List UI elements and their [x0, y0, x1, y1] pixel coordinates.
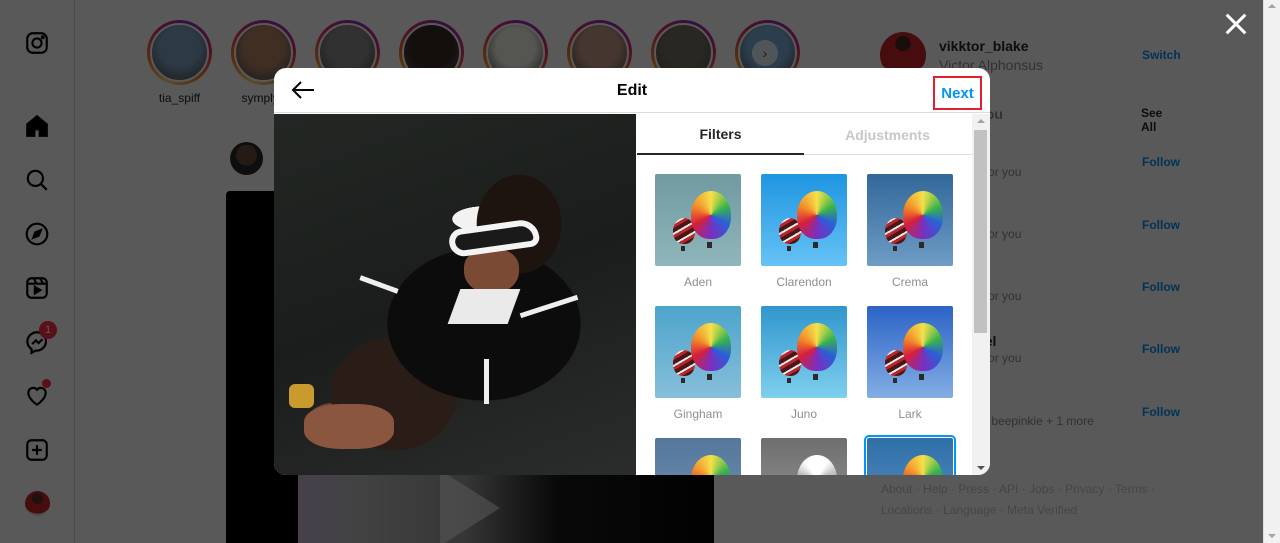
photo-jacket-stripe — [484, 359, 489, 404]
scroll-up-arrow-icon[interactable] — [1268, 4, 1276, 8]
balloon-graphic — [691, 191, 731, 239]
filter-option[interactable]: Aden — [655, 174, 741, 289]
filter-label: Juno — [790, 407, 818, 421]
filter-option[interactable]: Clarendon — [761, 174, 847, 289]
balloon-basket — [787, 378, 791, 383]
filter-label: Aden — [683, 275, 713, 289]
modal-header: Edit Next — [274, 68, 990, 113]
scroll-down-arrow-icon[interactable] — [1268, 534, 1276, 538]
filter-label: Clarendon — [776, 275, 832, 289]
balloon-basket — [787, 246, 791, 251]
filter-label: Lark — [898, 407, 922, 421]
balloon-basket — [893, 378, 897, 383]
balloon-basket — [707, 242, 712, 248]
balloon-graphic — [903, 455, 943, 475]
balloon-basket — [919, 374, 924, 380]
photo-jacket-stripe — [359, 275, 399, 294]
tab-adjustments[interactable]: Adjustments — [804, 114, 971, 155]
tab-filters[interactable]: Filters — [637, 114, 804, 155]
balloon-basket — [681, 246, 685, 251]
photo-subject-face — [464, 249, 519, 294]
balloon-graphic — [691, 323, 731, 371]
balloon-basket — [707, 374, 712, 380]
next-button[interactable]: Next — [933, 76, 982, 110]
filters-grid: Aden Clarendon Crema Gingham Juno Lark — [637, 155, 972, 475]
scrollbar-thumb[interactable] — [974, 130, 987, 333]
filter-thumbnail — [655, 174, 741, 266]
photo-subject-collar — [447, 289, 521, 324]
photo-preview — [274, 114, 636, 475]
photo-jacket-stripe — [519, 294, 579, 319]
close-icon — [1225, 13, 1247, 35]
filter-thumbnail — [867, 306, 953, 398]
photo-subject-bangles — [289, 384, 314, 408]
filter-option[interactable]: Crema — [867, 174, 953, 289]
photo-subject-hands — [304, 404, 394, 449]
modal-title: Edit — [616, 82, 648, 99]
filter-thumbnail — [655, 438, 741, 475]
filter-option[interactable] — [655, 438, 741, 475]
balloon-basket — [813, 374, 818, 380]
balloon-graphic — [903, 191, 943, 239]
photo-subject-sunglasses — [447, 217, 541, 259]
close-modal-button[interactable] — [1222, 10, 1250, 38]
balloon-basket — [919, 242, 924, 248]
filters-scrollbar[interactable] — [972, 114, 990, 475]
filter-thumbnail — [655, 306, 741, 398]
balloon-basket — [813, 242, 818, 248]
filter-thumbnail — [761, 438, 847, 475]
filter-option[interactable]: Juno — [761, 306, 847, 421]
filter-thumbnail — [761, 174, 847, 266]
filter-thumbnail — [761, 306, 847, 398]
balloon-basket — [681, 378, 685, 383]
balloon-graphic — [903, 323, 943, 371]
edit-post-modal: Edit Next Filters Adjustments Aden Claren… — [274, 68, 990, 475]
filter-thumbnail — [864, 435, 956, 475]
scroll-up-arrow-icon[interactable] — [977, 119, 985, 123]
balloon-basket — [893, 246, 897, 251]
filter-option[interactable]: Gingham — [655, 306, 741, 421]
filter-label: Crema — [891, 275, 928, 289]
filter-option[interactable] — [761, 438, 847, 475]
filter-label: Gingham — [673, 407, 723, 421]
filter-option[interactable] — [864, 435, 956, 475]
balloon-graphic — [797, 323, 837, 371]
balloon-graphic — [691, 455, 731, 475]
filter-thumbnail — [867, 174, 953, 266]
scroll-down-arrow-icon[interactable] — [977, 466, 985, 470]
balloon-graphic — [797, 455, 837, 475]
page-scrollbar[interactable] — [1263, 0, 1280, 543]
edit-tabs: Filters Adjustments — [637, 114, 972, 155]
balloon-graphic — [797, 191, 837, 239]
filter-option[interactable]: Lark — [867, 306, 953, 421]
